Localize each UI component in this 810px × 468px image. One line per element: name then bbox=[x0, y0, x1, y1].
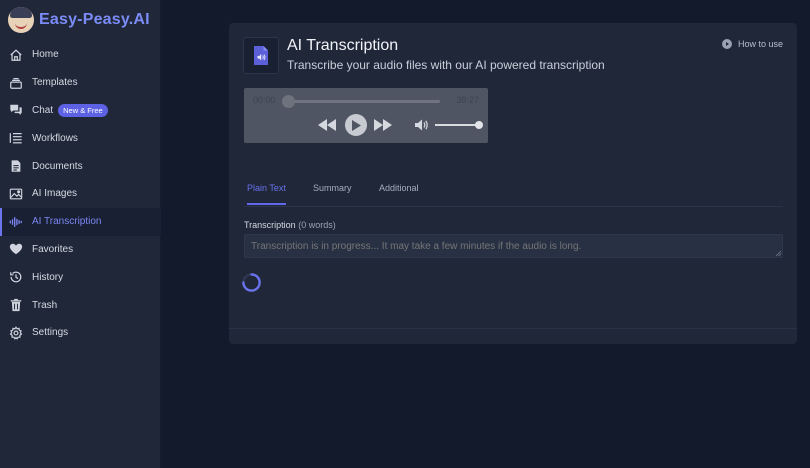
sidebar-item-label: Home bbox=[32, 49, 59, 61]
sidebar-item-home[interactable]: Home bbox=[0, 41, 161, 69]
audio-file-icon bbox=[243, 37, 279, 74]
sidebar-item-history[interactable]: History bbox=[0, 263, 161, 291]
volume-handle[interactable] bbox=[475, 121, 483, 129]
sidebar-item-settings[interactable]: Settings bbox=[0, 319, 161, 347]
brand-name: Easy-Peasy.AI bbox=[39, 11, 150, 28]
trash-icon bbox=[9, 298, 23, 312]
sidebar-item-chat[interactable]: Chat New & Free bbox=[0, 97, 161, 125]
how-to-use-button[interactable]: How to use bbox=[721, 39, 783, 49]
tab-additional[interactable]: Additional bbox=[379, 183, 419, 203]
duration: 39:27 bbox=[456, 95, 479, 105]
sidebar-item-trash[interactable]: Trash bbox=[0, 291, 161, 319]
home-icon bbox=[9, 48, 23, 62]
sidebar-item-workflows[interactable]: Workflows bbox=[0, 124, 161, 152]
volume-icon bbox=[415, 119, 428, 131]
transcription-label: Transcription (0 words) bbox=[244, 220, 336, 230]
resize-grip-icon[interactable] bbox=[776, 251, 781, 256]
sidebar-item-label: Trash bbox=[32, 299, 58, 311]
rewind-icon bbox=[318, 119, 336, 131]
image-icon bbox=[9, 187, 23, 201]
play-icon bbox=[352, 119, 361, 131]
sidebar: Easy-Peasy.AI Home Templates Chat New & … bbox=[0, 0, 161, 468]
sidebar-item-label: Chat bbox=[32, 104, 54, 116]
transcription-label-text: Transcription bbox=[244, 220, 296, 230]
fast-forward-icon bbox=[374, 119, 392, 131]
logo-mascot-icon bbox=[8, 7, 34, 33]
transcription-textarea[interactable] bbox=[244, 234, 783, 258]
heart-icon bbox=[9, 242, 23, 256]
new-free-badge: New & Free bbox=[58, 103, 108, 117]
sidebar-item-label: AI Transcription bbox=[32, 216, 102, 228]
sidebar-item-templates[interactable]: Templates bbox=[0, 69, 161, 97]
how-to-use-label: How to use bbox=[737, 39, 783, 49]
sidebar-nav: Home Templates Chat New & Free Workflows bbox=[0, 41, 161, 347]
fast-forward-button[interactable] bbox=[374, 118, 392, 132]
seek-handle[interactable] bbox=[281, 95, 295, 108]
history-icon bbox=[9, 270, 23, 284]
list-icon bbox=[9, 131, 23, 145]
sidebar-item-label: Documents bbox=[32, 160, 83, 172]
document-icon bbox=[9, 159, 23, 173]
seek-bar[interactable] bbox=[288, 100, 440, 103]
volume-slider[interactable] bbox=[435, 124, 480, 126]
sidebar-item-documents[interactable]: Documents bbox=[0, 152, 161, 180]
transcription-card: AI Transcription Transcribe your audio f… bbox=[229, 23, 797, 344]
play-button[interactable] bbox=[345, 114, 367, 136]
word-count: (0 words) bbox=[298, 220, 336, 230]
layers-icon bbox=[9, 76, 23, 90]
result-tabs: Plain Text Summary Additional bbox=[244, 178, 783, 207]
loading-spinner-icon bbox=[242, 273, 261, 292]
waveform-icon bbox=[9, 215, 23, 229]
sidebar-item-favorites[interactable]: Favorites bbox=[0, 236, 161, 264]
audio-player: 00:00 39:27 bbox=[244, 88, 488, 143]
sidebar-item-label: Settings bbox=[32, 327, 69, 339]
sidebar-item-label: Favorites bbox=[32, 243, 74, 255]
tab-plain-text[interactable]: Plain Text bbox=[247, 183, 286, 205]
sidebar-item-ai-images[interactable]: AI Images bbox=[0, 180, 161, 208]
sidebar-item-label: History bbox=[32, 271, 64, 283]
volume-button[interactable] bbox=[415, 118, 429, 132]
play-circle-icon bbox=[721, 39, 732, 49]
sidebar-item-label: Templates bbox=[32, 77, 78, 89]
card-divider bbox=[229, 328, 797, 329]
page-subtitle: Transcribe your audio files with our AI … bbox=[287, 58, 605, 72]
sidebar-item-ai-transcription[interactable]: AI Transcription bbox=[0, 207, 161, 236]
chat-icon bbox=[9, 103, 23, 117]
logo[interactable]: Easy-Peasy.AI bbox=[8, 6, 150, 34]
rewind-button[interactable] bbox=[318, 118, 336, 132]
tab-summary[interactable]: Summary bbox=[313, 183, 352, 203]
gear-icon bbox=[9, 326, 23, 340]
page-title: AI Transcription bbox=[287, 37, 399, 54]
sidebar-item-label: Workflows bbox=[32, 132, 78, 144]
current-time: 00:00 bbox=[253, 95, 276, 105]
sidebar-item-label: AI Images bbox=[32, 188, 78, 200]
